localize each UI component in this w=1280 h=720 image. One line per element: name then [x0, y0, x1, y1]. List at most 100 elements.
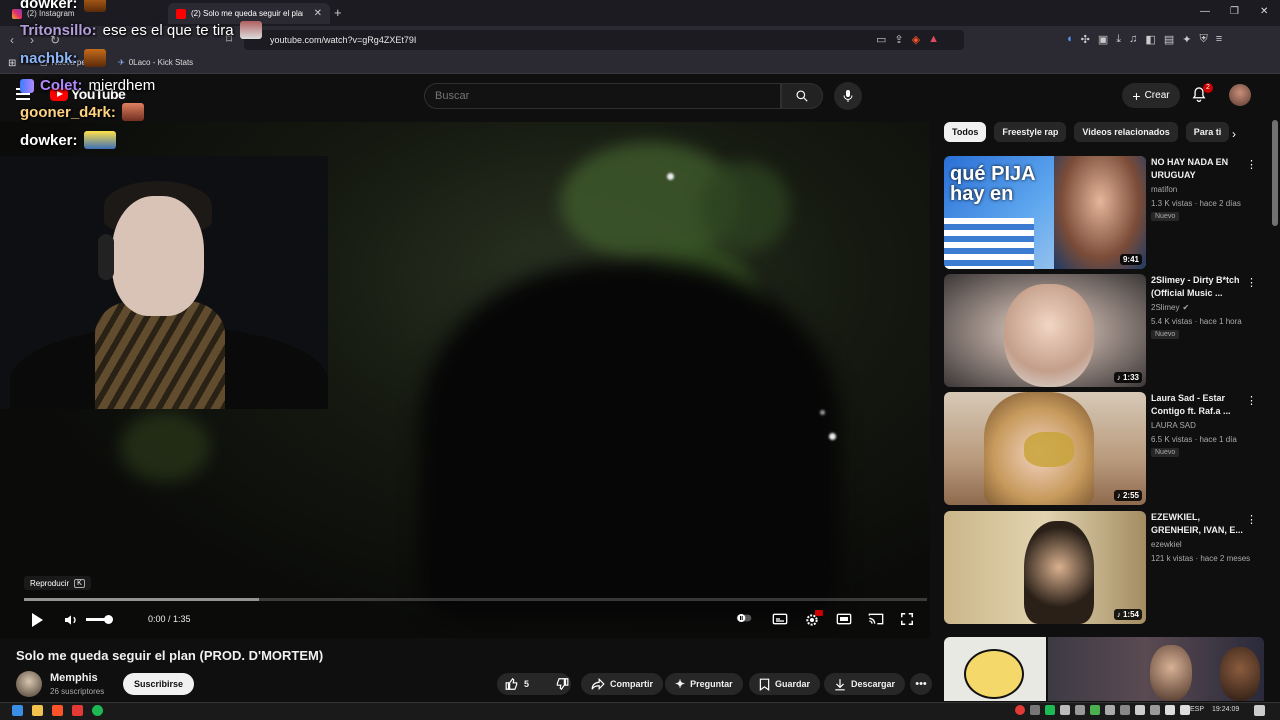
brave-shield-icon[interactable]: ◈ — [912, 33, 920, 46]
search-button[interactable] — [781, 83, 823, 109]
recommendation-channel[interactable]: ezewkiel — [1151, 540, 1182, 549]
sparkle-icon: ✦ — [675, 677, 686, 691]
recommendation-item[interactable]: qué PIJA hay en 9:41 NO HAY NADA EN URUG… — [944, 156, 1264, 271]
cast-button[interactable] — [868, 612, 884, 626]
download-button[interactable]: Descargar — [824, 673, 906, 695]
window-close-icon[interactable]: ✕ — [1260, 6, 1268, 17]
extensions-icon[interactable]: ✣ — [1081, 33, 1090, 46]
recommendation-title[interactable]: Laura Sad - Estar Contigo ft. Raf.a ... — [1151, 392, 1243, 418]
play-button[interactable] — [30, 612, 44, 628]
create-button[interactable]: + Crear — [1122, 83, 1180, 108]
more-vertical-icon[interactable]: ⋮ — [1246, 276, 1257, 289]
page-scrollbar[interactable] — [1272, 120, 1278, 226]
youtube-music-icon[interactable] — [72, 705, 83, 716]
subscribe-button[interactable]: Suscribirse — [123, 673, 194, 695]
tray-app-icon[interactable] — [1135, 705, 1145, 715]
chip-videos-relacionados[interactable]: Videos relacionados — [1074, 122, 1178, 142]
tray-app-icon[interactable] — [1090, 705, 1100, 715]
voice-search-button[interactable] — [834, 82, 862, 110]
back-icon[interactable]: ‹ — [10, 33, 14, 47]
taskbar-clock[interactable]: 19:24:09 — [1212, 706, 1239, 713]
menu-icon[interactable]: ≡ — [1216, 33, 1222, 46]
tray-app-icon[interactable] — [1075, 705, 1085, 715]
spotify-icon[interactable] — [92, 705, 103, 716]
fullscreen-button[interactable] — [900, 612, 914, 626]
brave-browser-icon[interactable] — [52, 705, 63, 716]
url-text[interactable]: youtube.com/watch?v=gRg4ZXEt79I — [270, 35, 416, 45]
video-thumbnail[interactable]: qué PIJA hay en 9:41 — [944, 156, 1146, 269]
audio-icon[interactable]: ◖ — [1066, 33, 1073, 46]
wallet-icon[interactable]: ▤ — [1164, 33, 1174, 46]
recommendation-channel[interactable]: 2Slimey ✔ — [1151, 303, 1189, 312]
reader-icon[interactable]: ▭ — [876, 33, 886, 46]
autoplay-toggle[interactable] — [736, 612, 752, 624]
mute-button[interactable] — [63, 612, 79, 628]
recommendation-title[interactable]: EZEWKIEL, GRENHEIR, IVAN, E... — [1151, 511, 1243, 537]
notifications-center-icon[interactable] — [1254, 705, 1265, 716]
restore-icon[interactable]: ❐ — [1230, 6, 1239, 17]
video-thumbnail[interactable] — [1048, 637, 1264, 701]
tray-app-icon[interactable] — [1105, 705, 1115, 715]
recommendation-channel[interactable]: matifon — [1151, 185, 1177, 194]
like-button[interactable]: 5 — [497, 673, 537, 695]
chips-next-chevron-icon[interactable]: › — [1232, 127, 1236, 141]
volume-slider-knob[interactable] — [104, 615, 113, 624]
share-button[interactable]: Compartir — [581, 673, 664, 695]
recommendation-title[interactable]: 2Slimey - Dirty B*tch (Official Music ..… — [1151, 274, 1243, 300]
settings-button[interactable] — [804, 610, 823, 628]
recommendation-item[interactable]: ♪ 1:33 2Slimey - Dirty B*tch (Official M… — [944, 274, 1264, 389]
subtitles-button[interactable] — [772, 612, 788, 626]
more-vertical-icon[interactable]: ⋮ — [1246, 513, 1257, 526]
video-thumbnail[interactable]: ♪ 1:33 — [944, 274, 1146, 387]
file-explorer-icon[interactable] — [32, 705, 43, 716]
video-thumbnail[interactable]: ♪ 1:54 — [944, 511, 1146, 624]
chip-freestyle-rap[interactable]: Freestyle rap — [994, 122, 1067, 142]
share-icon[interactable]: ⇪ — [894, 33, 903, 46]
thumbnail-person — [1220, 647, 1260, 701]
progress-bar[interactable] — [24, 598, 927, 601]
keyboard-language[interactable]: ESP — [1190, 706, 1204, 713]
tray-app-icon[interactable] — [1150, 705, 1160, 715]
account-avatar[interactable] — [1229, 84, 1251, 106]
search-box[interactable] — [424, 83, 781, 109]
windows-start-icon[interactable] — [12, 705, 23, 716]
recommendation-channel[interactable]: LAURA SAD — [1151, 421, 1196, 430]
more-vertical-icon[interactable]: ⋮ — [1246, 394, 1257, 407]
new-tab-button[interactable]: + — [334, 5, 342, 20]
tray-app-icon[interactable] — [1015, 705, 1025, 715]
tray-app-icon[interactable] — [1120, 705, 1130, 715]
more-vertical-icon[interactable]: ⋮ — [1246, 158, 1257, 171]
media-icon[interactable]: ♫ — [1129, 33, 1137, 46]
recommendation-title[interactable]: NO HAY NADA EN URUGUAY — [1151, 156, 1243, 182]
vpn-icon[interactable]: ⛨ — [1199, 33, 1207, 46]
bookmark-kick-stats[interactable]: ✈ 0Laco - Kick Stats — [118, 58, 193, 67]
dislike-button[interactable] — [547, 673, 577, 695]
channel-name[interactable]: Memphis — [50, 672, 98, 684]
download-icon[interactable]: ⤓ — [1116, 33, 1121, 46]
thumbnail-cartoon — [964, 649, 1024, 699]
screenshot-icon[interactable]: ▣ — [1098, 33, 1108, 46]
theater-mode-button[interactable] — [836, 612, 852, 626]
save-button[interactable]: Guardar — [749, 673, 821, 695]
search-input[interactable] — [435, 90, 755, 102]
recommendation-item[interactable]: ♪ 2:55 Laura Sad - Estar Contigo ft. Raf… — [944, 392, 1264, 507]
recommendation-item[interactable]: ♪ 1:54 EZEWKIEL, GRENHEIR, IVAN, E... ez… — [944, 511, 1264, 626]
leo-icon[interactable]: ✦ — [1182, 33, 1191, 46]
chip-todos[interactable]: Todos — [944, 122, 987, 142]
channel-avatar[interactable] — [16, 671, 42, 697]
sidebar-icon[interactable]: ◧ — [1145, 33, 1155, 46]
tray-app-icon[interactable] — [1045, 705, 1055, 715]
tray-app-icon[interactable] — [1030, 705, 1040, 715]
video-thumbnail[interactable]: ♪ 2:55 — [944, 392, 1146, 505]
more-actions-button[interactable]: ••• — [910, 673, 932, 695]
minimize-icon[interactable]: — — [1200, 6, 1210, 17]
video-thumbnail[interactable] — [944, 637, 1046, 701]
brave-rewards-icon[interactable]: ▲ — [928, 33, 939, 46]
ask-button[interactable]: ✦ Preguntar — [665, 673, 743, 695]
apps-icon[interactable]: ⊞ — [8, 58, 16, 69]
tray-app-icon[interactable] — [1060, 705, 1070, 715]
speaker-icon[interactable] — [1180, 705, 1190, 715]
wifi-icon[interactable] — [1165, 705, 1175, 715]
tab-close-icon[interactable]: ✕ — [314, 8, 322, 19]
chip-para-ti[interactable]: Para ti — [1185, 122, 1230, 142]
